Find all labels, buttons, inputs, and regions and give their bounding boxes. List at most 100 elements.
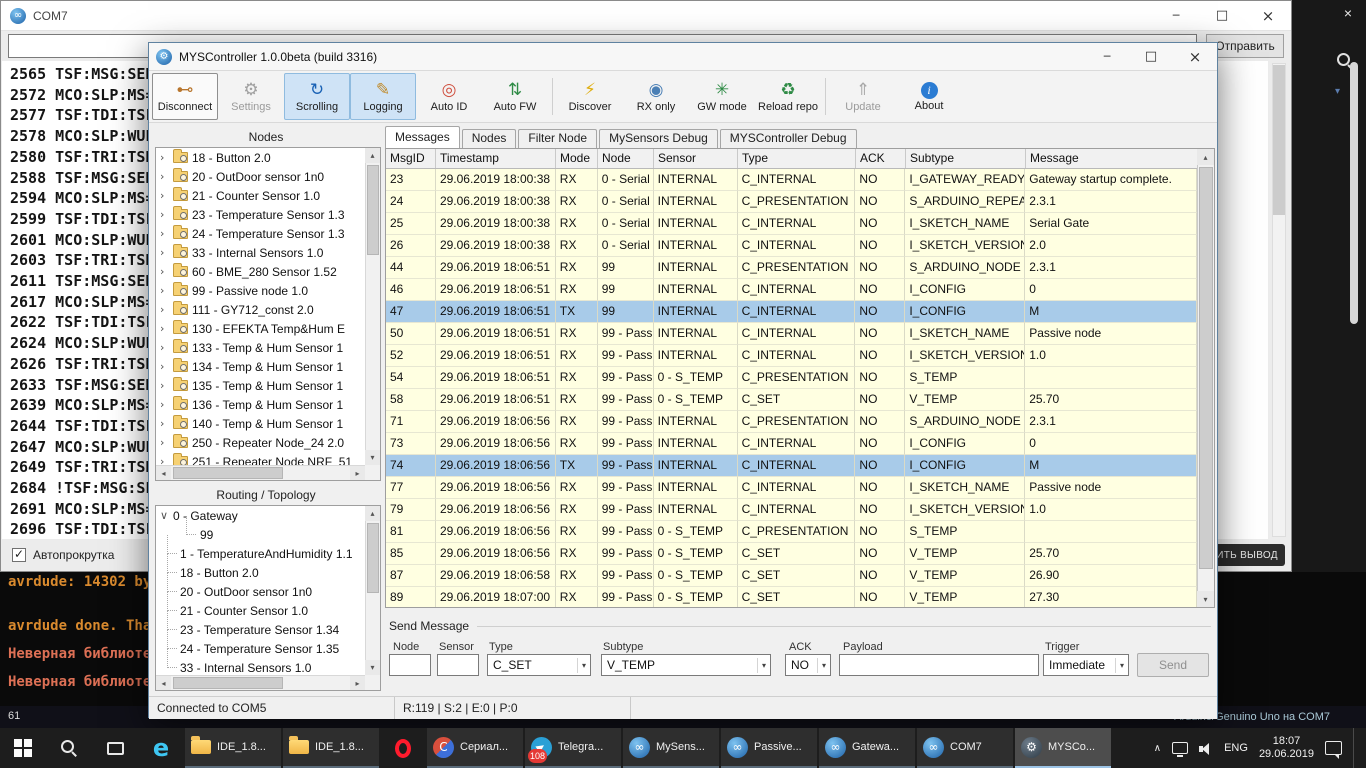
node-tree-item[interactable]: ›251 - Repeater Node NRF_51 — [156, 452, 365, 465]
table-row[interactable]: 7929.06.2019 18:06:56RX99 - PassiveINTER… — [386, 499, 1197, 521]
routing-tree-item[interactable]: 21 - Counter Sensor 1.0 — [156, 601, 365, 620]
sensor-input[interactable] — [437, 654, 479, 676]
routing-tree-item[interactable]: 23 - Temperature Sensor 1.34 — [156, 620, 365, 639]
minimize-button[interactable] — [1085, 43, 1129, 71]
payload-input[interactable] — [839, 654, 1039, 676]
scroll-up-icon[interactable] — [365, 506, 380, 521]
scroll-up-icon[interactable] — [365, 148, 380, 163]
table-row[interactable]: 7429.06.2019 18:06:56TX99 - PassiveINTER… — [386, 455, 1197, 477]
scroll-down-icon[interactable] — [1197, 591, 1214, 607]
toolbar-button-about[interactable]: iAbout — [896, 73, 962, 120]
table-row[interactable]: 7129.06.2019 18:06:56RX99 - PassiveINTER… — [386, 411, 1197, 433]
routing-tree-item[interactable]: 20 - OutDoor sensor 1n0 — [156, 582, 365, 601]
clear-output-button[interactable]: ИТЬ ВЫВОД — [1209, 544, 1285, 566]
node-tree-item[interactable]: ›99 - Passive node 1.0 — [156, 281, 365, 300]
table-row[interactable]: 2529.06.2019 18:00:38RX0 - Serial GINTER… — [386, 213, 1197, 235]
routing-tree-item[interactable]: 18 - Button 2.0 — [156, 563, 365, 582]
table-row[interactable]: 5029.06.2019 18:06:51RX99 - PassiveINTER… — [386, 323, 1197, 345]
node-tree-item[interactable]: ›135 - Temp & Hum Sensor 1 — [156, 376, 365, 395]
scrollbar-thumb[interactable] — [1199, 167, 1213, 569]
node-tree-item[interactable]: ›134 - Temp & Hum Sensor 1 — [156, 357, 365, 376]
table-row[interactable]: 8729.06.2019 18:06:58RX99 - Passive0 - S… — [386, 565, 1197, 587]
scroll-up-icon[interactable] — [1197, 149, 1214, 165]
tab-nodes[interactable]: Nodes — [462, 129, 517, 148]
show-desktop-button[interactable] — [1353, 728, 1358, 768]
column-header-mode[interactable]: Mode — [556, 149, 598, 168]
node-tree-item[interactable]: ›140 - Temp & Hum Sensor 1 — [156, 414, 365, 433]
autoscroll-checkbox[interactable] — [12, 548, 26, 562]
node-tree-item[interactable]: ›20 - OutDoor sensor 1n0 — [156, 167, 365, 186]
serial-log-scrollbar[interactable] — [1272, 63, 1286, 537]
taskbar-search-button[interactable] — [46, 728, 92, 768]
minimize-button[interactable] — [1153, 1, 1199, 31]
scrollbar-thumb[interactable] — [367, 165, 379, 255]
maximize-button[interactable] — [1199, 1, 1245, 31]
close-button[interactable] — [1173, 43, 1217, 71]
toolbar-button-auto-fw[interactable]: ⇅Auto FW — [482, 73, 548, 120]
ack-select[interactable]: NO — [785, 654, 831, 676]
node-tree-item[interactable]: ›23 - Temperature Sensor 1.3 — [156, 205, 365, 224]
clock[interactable]: 18:07 29.06.2019 — [1259, 735, 1314, 761]
routing-tree-item[interactable]: 99 — [156, 525, 365, 544]
taskbar-start-button[interactable] — [0, 728, 46, 768]
serial-titlebar[interactable]: ∞ COM7 — [1, 1, 1291, 31]
scrollbar-thumb[interactable] — [173, 467, 283, 479]
taskbar-taskview-button[interactable] — [92, 728, 138, 768]
node-tree-item[interactable]: ›24 - Temperature Sensor 1.3 — [156, 224, 365, 243]
taskbar-app-button[interactable]: ∞COM7 — [917, 728, 1013, 768]
tray-expand-icon[interactable] — [1154, 743, 1161, 754]
tab-mysensors-debug[interactable]: MySensors Debug — [599, 129, 718, 148]
table-vertical-scrollbar[interactable] — [1197, 149, 1214, 607]
node-tree-item[interactable]: ›130 - EFEKTA Temp&Hum E — [156, 319, 365, 338]
table-row[interactable]: 8129.06.2019 18:06:56RX99 - Passive0 - S… — [386, 521, 1197, 543]
network-icon[interactable] — [1172, 742, 1188, 754]
scroll-left-icon[interactable] — [156, 466, 171, 481]
table-row[interactable]: 5229.06.2019 18:06:51RX99 - PassiveINTER… — [386, 345, 1197, 367]
column-header-sensor[interactable]: Sensor — [654, 149, 738, 168]
routing-horizontal-scrollbar[interactable] — [156, 675, 365, 690]
tab-myscontroller-debug[interactable]: MYSController Debug — [720, 129, 857, 148]
node-tree-item[interactable]: ›18 - Button 2.0 — [156, 148, 365, 167]
close-button[interactable] — [1245, 1, 1291, 31]
table-row[interactable]: 5429.06.2019 18:06:51RX99 - Passive0 - S… — [386, 367, 1197, 389]
chevron-down-icon[interactable] — [1335, 86, 1340, 97]
toolbar-button-rx-only[interactable]: ◉RX only — [623, 73, 689, 120]
node-tree-item[interactable]: ›136 - Temp & Hum Sensor 1 — [156, 395, 365, 414]
toolbar-button-scrolling[interactable]: ↻Scrolling — [284, 73, 350, 120]
node-input[interactable] — [389, 654, 431, 676]
table-row[interactable]: 2329.06.2019 18:00:38RX0 - Serial GINTER… — [386, 169, 1197, 191]
action-center-icon[interactable] — [1325, 741, 1342, 755]
routing-tree-item[interactable]: 24 - Temperature Sensor 1.35 — [156, 639, 365, 658]
node-tree-item[interactable]: ›60 - BME_280 Sensor 1.52 — [156, 262, 365, 281]
scrollbar-thumb[interactable] — [367, 523, 379, 593]
column-header-type[interactable]: Type — [738, 149, 856, 168]
node-tree-item[interactable]: ›21 - Counter Sensor 1.0 — [156, 186, 365, 205]
node-tree-item[interactable]: ›33 - Internal Sensors 1.0 — [156, 243, 365, 262]
table-row[interactable]: 4629.06.2019 18:06:51RX99INTERNALC_INTER… — [386, 279, 1197, 301]
table-row[interactable]: 4429.06.2019 18:06:51RX99INTERNALC_PRESE… — [386, 257, 1197, 279]
toolbar-button-reload-repo[interactable]: ♻Reload repo — [755, 73, 821, 120]
table-row[interactable]: 2429.06.2019 18:00:38RX0 - Serial GINTER… — [386, 191, 1197, 213]
toolbar-button-gw-mode[interactable]: ✳GW mode — [689, 73, 755, 120]
column-header-node[interactable]: Node — [598, 149, 654, 168]
tab-filter-node[interactable]: Filter Node — [518, 129, 597, 148]
routing-vertical-scrollbar[interactable] — [365, 506, 380, 675]
toolbar-button-disconnect[interactable]: ⊷Disconnect — [152, 73, 218, 120]
nodes-horizontal-scrollbar[interactable] — [156, 465, 365, 480]
column-header-msgid[interactable]: MsgID — [386, 149, 436, 168]
taskbar-edge-button[interactable]: e — [138, 728, 184, 768]
scroll-right-icon[interactable] — [350, 466, 365, 481]
table-row[interactable]: 8929.06.2019 18:07:00RX99 - Passive0 - S… — [386, 587, 1197, 607]
app-titlebar[interactable]: ⚙ MYSController 1.0.0beta (build 3316) — [149, 43, 1217, 71]
tab-messages[interactable]: Messages — [385, 126, 460, 148]
maximize-button[interactable] — [1129, 43, 1173, 71]
scroll-down-icon[interactable] — [365, 660, 380, 675]
routing-tree-item[interactable]: 33 - Internal Sensors 1.0 — [156, 658, 365, 675]
table-row[interactable]: 4729.06.2019 18:06:51TX99INTERNALC_INTER… — [386, 301, 1197, 323]
volume-icon[interactable] — [1199, 742, 1213, 755]
routing-tree-item[interactable]: 1 - TemperatureAndHumidity 1.1 — [156, 544, 365, 563]
table-row[interactable]: 7729.06.2019 18:06:56RX99 - PassiveINTER… — [386, 477, 1197, 499]
table-row[interactable]: 7329.06.2019 18:06:56RX99 - PassiveINTER… — [386, 433, 1197, 455]
language-indicator[interactable]: ENG — [1224, 742, 1248, 754]
scroll-left-icon[interactable] — [156, 676, 171, 691]
